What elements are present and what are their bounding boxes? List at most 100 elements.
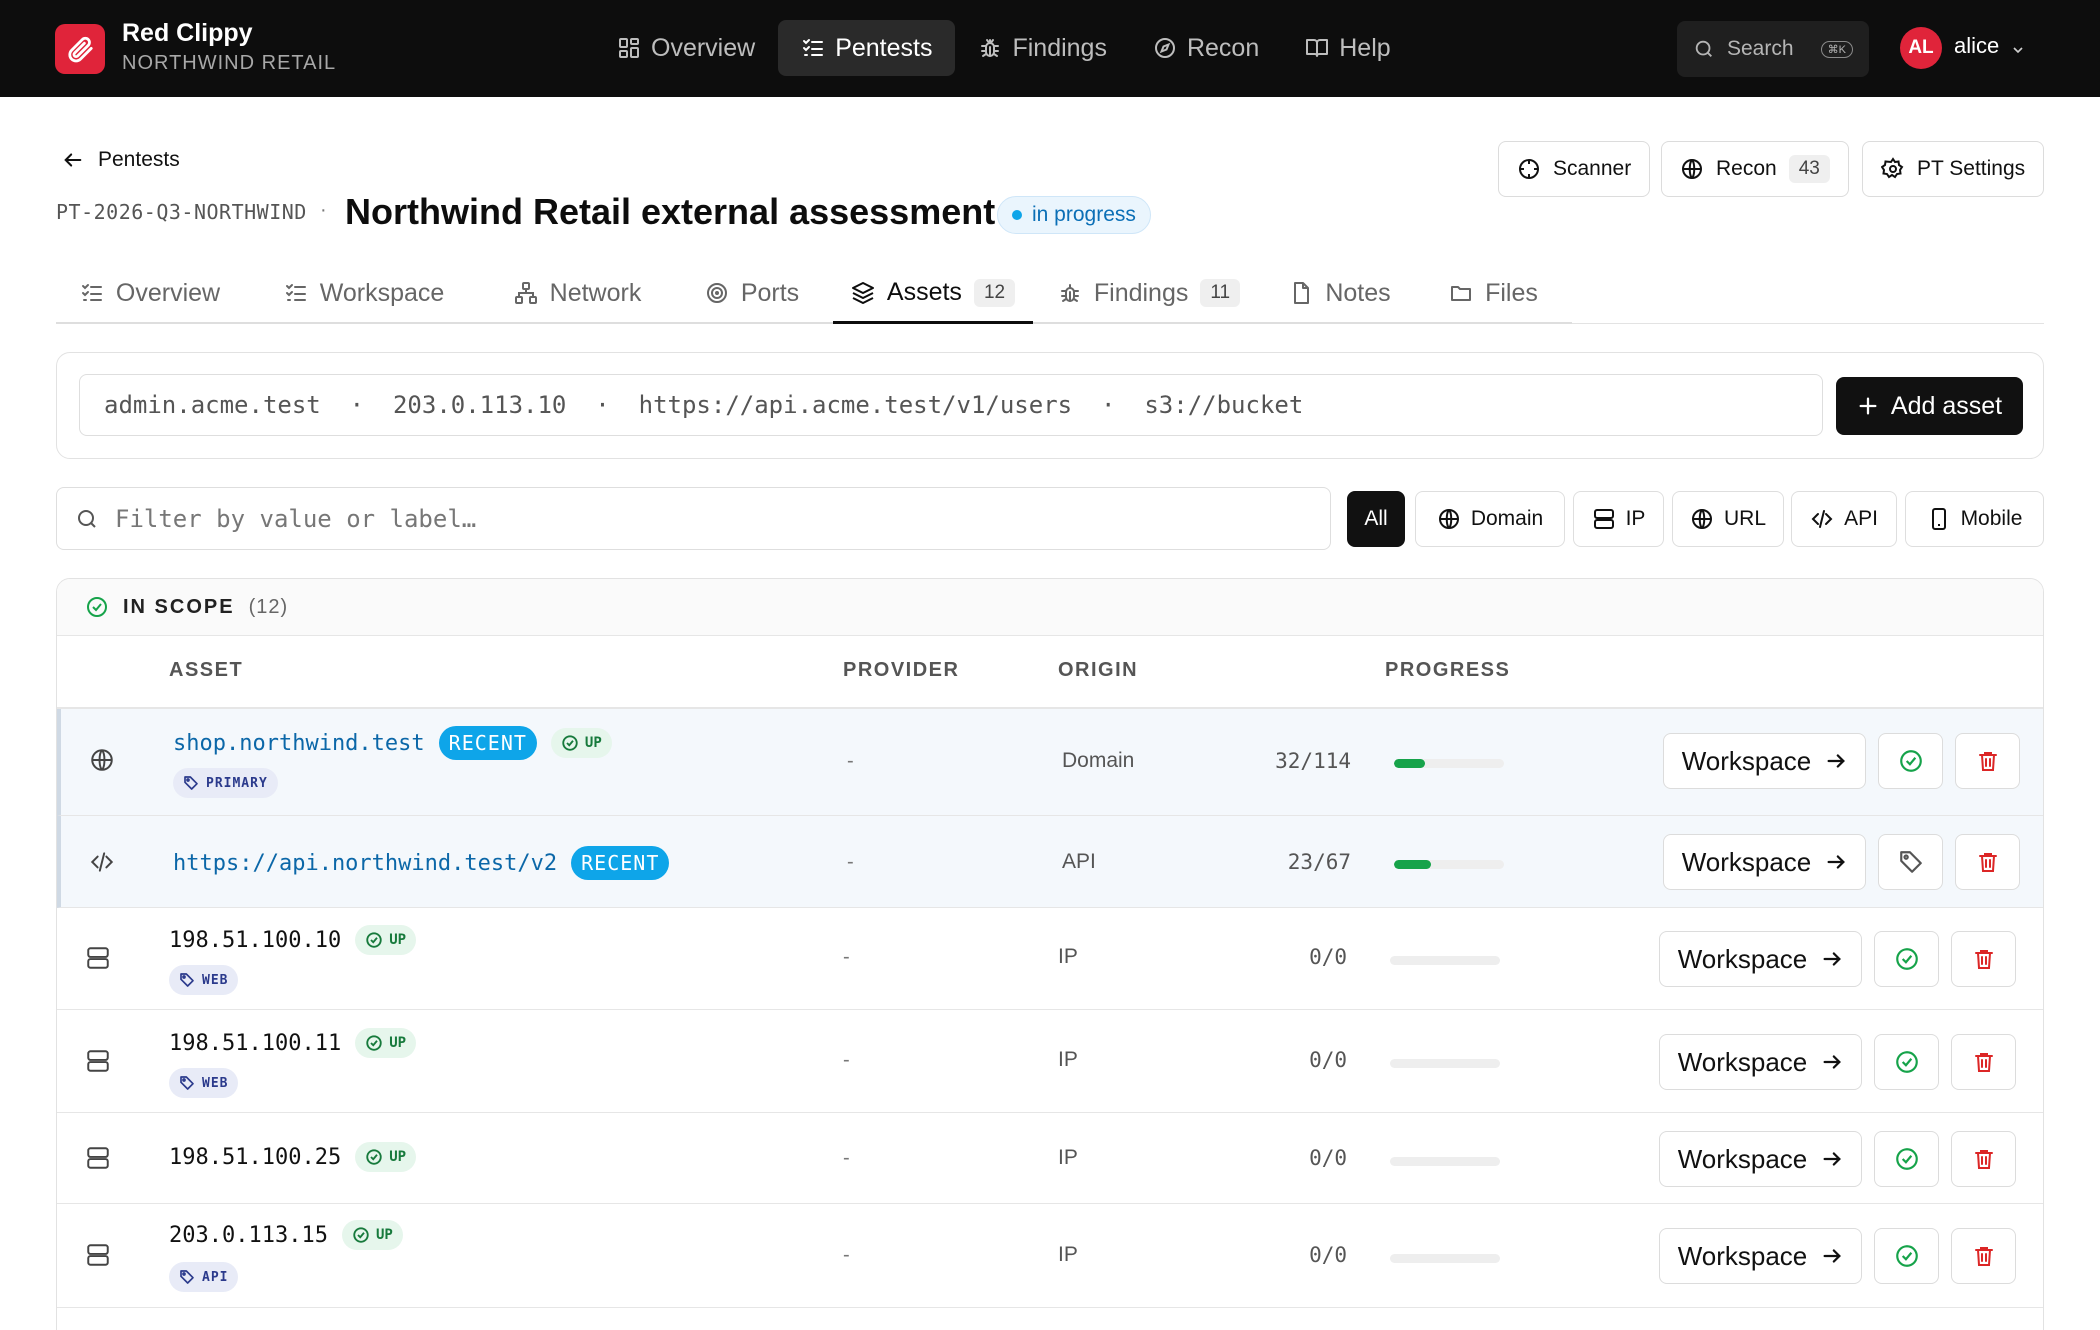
table-row[interactable]: 198.51.100.10 UP WEB - IP 0/0 Workspace — [57, 908, 2043, 1010]
table-row[interactable] — [57, 1308, 2043, 1330]
workspace-button[interactable]: Workspace — [1659, 1034, 1862, 1090]
nav-pentests[interactable]: Pentests — [778, 20, 956, 76]
nav-recon[interactable]: Recon — [1130, 20, 1282, 76]
arrow-right-icon — [1827, 855, 1846, 869]
check-circle-icon — [1895, 1245, 1918, 1267]
tab-overview[interactable]: Overview — [56, 264, 244, 324]
scanner-label: Scanner — [1553, 157, 1632, 180]
code-icon — [1811, 510, 1833, 528]
asset-value[interactable]: https://api.northwind.test/v2 — [173, 851, 557, 876]
check-circle-icon — [1895, 948, 1918, 970]
asset-value[interactable]: 198.51.100.11 — [169, 1031, 341, 1056]
target-icon — [706, 283, 727, 303]
user-name[interactable]: alice — [1954, 33, 1999, 59]
add-asset-input[interactable]: admin.acme.test · 203.0.113.10 · https:/… — [79, 374, 1823, 436]
add-label-button[interactable] — [1878, 834, 1943, 890]
asset-value[interactable]: shop.northwind.test — [173, 731, 425, 756]
table-row[interactable]: 203.0.113.15 UP API - IP 0/0 Workspace — [57, 1204, 2043, 1308]
label-tag[interactable]: API — [169, 1262, 239, 1292]
tab-workspace-label: Workspace — [319, 278, 445, 307]
scanner-button[interactable]: Scanner — [1498, 141, 1651, 197]
tab-workspace[interactable]: Workspace — [244, 264, 484, 324]
check-circle-icon — [366, 932, 382, 948]
column-origin: ORIGIN — [1058, 659, 1139, 681]
workspace-button[interactable]: Workspace — [1659, 1131, 1862, 1187]
check-circle-icon — [1899, 750, 1922, 772]
delete-button[interactable] — [1951, 931, 2016, 987]
nav-overview[interactable]: Overview — [594, 20, 778, 76]
filter-chip-all[interactable]: All — [1347, 491, 1405, 547]
tab-notes[interactable]: Notes — [1265, 264, 1415, 324]
mark-in-scope-button[interactable] — [1874, 1034, 1939, 1090]
tab-network[interactable]: Network — [484, 264, 671, 324]
progress-text: 0/0 — [1309, 945, 1347, 969]
recon-label: Recon — [1716, 157, 1777, 180]
tab-findings-count: 11 — [1200, 279, 1241, 307]
tab-ports[interactable]: Ports — [671, 264, 833, 324]
back-to-pentests-link[interactable]: Pentests — [62, 148, 180, 172]
globe-icon — [91, 749, 113, 771]
server-icon — [87, 1244, 109, 1266]
delete-button[interactable] — [1951, 1228, 2016, 1284]
workspace-button[interactable]: Workspace — [1663, 733, 1866, 789]
table-row[interactable]: https://api.northwind.test/v2 RECENT - A… — [57, 816, 2043, 908]
nav-findings-label: Findings — [1012, 33, 1107, 62]
mark-in-scope-button[interactable] — [1874, 1131, 1939, 1187]
delete-button[interactable] — [1951, 1034, 2016, 1090]
label-tag[interactable]: WEB — [169, 965, 239, 995]
layers-icon — [851, 281, 874, 304]
mark-in-scope-button[interactable] — [1874, 931, 1939, 987]
add-asset-button[interactable]: Add asset — [1836, 377, 2023, 435]
asset-cell: https://api.northwind.test/v2 RECENT — [173, 846, 670, 880]
filter-chip-ip[interactable]: IP — [1573, 491, 1664, 547]
delete-button[interactable] — [1951, 1131, 2016, 1187]
asset-value[interactable]: 198.51.100.25 — [169, 1145, 341, 1170]
workspace-button[interactable]: Workspace — [1663, 834, 1866, 890]
pt-settings-button[interactable]: PT Settings — [1862, 141, 2045, 197]
workspace-button[interactable]: Workspace — [1659, 931, 1862, 987]
filter-chip-all-label: All — [1364, 507, 1388, 530]
server-icon — [87, 1050, 109, 1072]
in-scope-header[interactable]: IN SCOPE (12) — [57, 579, 2043, 636]
recon-button[interactable]: Recon 43 — [1661, 141, 1849, 197]
asset-value[interactable]: 203.0.113.15 — [169, 1223, 328, 1248]
trash-icon — [1978, 853, 1997, 872]
tab-findings[interactable]: Findings 11 — [1033, 264, 1265, 324]
pt-settings-label: PT Settings — [1917, 157, 2026, 180]
filter-chip-domain-label: Domain — [1470, 507, 1544, 530]
delete-button[interactable] — [1955, 733, 2020, 789]
asset-cell: 203.0.113.15 UP — [169, 1220, 403, 1250]
workspace-label: Workspace — [1681, 745, 1812, 776]
check-circle-icon — [353, 1227, 369, 1243]
table-row[interactable]: shop.northwind.test RECENT UP PRIMARY - … — [57, 709, 2043, 816]
progress-bar — [1390, 1254, 1500, 1263]
table-row[interactable]: 198.51.100.11 UP WEB - IP 0/0 Workspace — [57, 1010, 2043, 1113]
table-row[interactable]: 198.51.100.25 UP - IP 0/0 Workspace — [57, 1113, 2043, 1204]
asset-value[interactable]: 198.51.100.10 — [169, 928, 341, 953]
progress-fill — [1394, 759, 1425, 768]
progress-text: 0/0 — [1309, 1146, 1347, 1170]
chevron-down-icon[interactable] — [2010, 42, 2026, 58]
nav-help[interactable]: Help — [1282, 20, 1413, 76]
filter-chip-mobile[interactable]: Mobile — [1905, 491, 2044, 547]
filter-chip-url[interactable]: URL — [1672, 491, 1784, 547]
filter-input[interactable]: Filter by value or label… — [56, 487, 1331, 550]
globe-icon — [1682, 159, 1702, 179]
tab-assets[interactable]: Assets 12 — [833, 264, 1033, 324]
delete-button[interactable] — [1955, 834, 2020, 890]
mark-in-scope-button[interactable] — [1878, 733, 1943, 789]
asset-cell: 198.51.100.10 UP — [169, 925, 417, 955]
workspace-button[interactable]: Workspace — [1659, 1228, 1862, 1284]
mark-in-scope-button[interactable] — [1874, 1228, 1939, 1284]
back-label: Pentests — [98, 148, 180, 171]
label-tag[interactable]: PRIMARY — [173, 768, 278, 798]
nav-findings[interactable]: Findings — [955, 20, 1130, 76]
avatar[interactable]: AL — [1900, 27, 1942, 69]
label-tag[interactable]: WEB — [169, 1068, 239, 1098]
global-search[interactable]: Search ⌘K — [1677, 21, 1869, 77]
filter-chip-api[interactable]: API — [1791, 491, 1897, 547]
tab-files[interactable]: Files — [1415, 264, 1572, 324]
tag-icon — [180, 1270, 194, 1284]
paperclip-logo-icon[interactable] — [55, 24, 105, 74]
filter-chip-domain[interactable]: Domain — [1415, 491, 1565, 547]
